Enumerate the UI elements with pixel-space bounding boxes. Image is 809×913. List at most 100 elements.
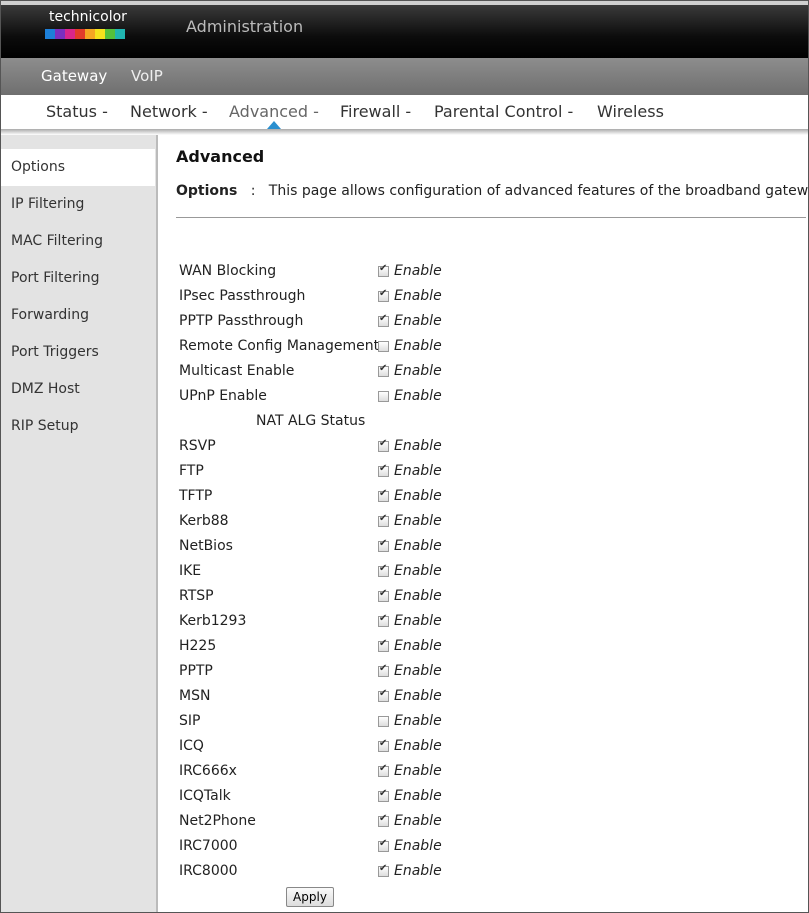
enable-label: Enable: [394, 313, 442, 329]
setting-label: PPTP Passthrough: [179, 313, 304, 329]
enable-label: Enable: [394, 638, 442, 654]
enable-checkbox[interactable]: [378, 513, 389, 527]
header-bar: technicolor Administration: [1, 1, 808, 58]
enable-label: Enable: [394, 288, 442, 304]
sidebar-item-port-triggers[interactable]: Port Triggers: [1, 334, 155, 371]
setting-label: FTP: [179, 463, 204, 479]
tab-wireless[interactable]: Wireless: [587, 95, 674, 129]
setting-row-icqtalk: ICQTalk Enable: [179, 788, 479, 808]
page-description: Options : This page allows configuration…: [176, 183, 809, 199]
description-label: Options: [176, 183, 238, 199]
enable-checkbox[interactable]: [378, 488, 389, 502]
setting-row-net2phone: Net2Phone Enable: [179, 813, 479, 833]
setting-label: IRC7000: [179, 838, 238, 854]
enable-checkbox[interactable]: [378, 716, 389, 727]
sidebar-item-ip-filtering[interactable]: IP Filtering: [1, 186, 155, 223]
enable-label: Enable: [394, 488, 442, 504]
enable-checkbox[interactable]: [378, 738, 389, 752]
tab-network[interactable]: Network -: [120, 95, 218, 129]
sidebar-item-options[interactable]: Options: [1, 149, 155, 186]
setting-label: MSN: [179, 688, 211, 704]
technicolor-logo[interactable]: technicolor: [45, 9, 135, 49]
setting-row-ike: IKE Enable: [179, 563, 479, 583]
nat-alg-title: NAT ALG Status: [256, 413, 366, 429]
enable-checkbox[interactable]: [378, 263, 389, 277]
tab-status[interactable]: Status -: [36, 95, 118, 129]
setting-label: Kerb1293: [179, 613, 247, 629]
setting-label: ICQTalk: [179, 788, 231, 804]
logo-color-bar: [45, 29, 125, 39]
divider: [176, 217, 806, 218]
enable-label: Enable: [394, 663, 442, 679]
setting-label: Remote Config Management: [179, 338, 380, 354]
enable-label: Enable: [394, 688, 442, 704]
setting-row-tftp: TFTP Enable: [179, 488, 479, 508]
enable-label: Enable: [394, 263, 442, 279]
setting-label: IRC666x: [179, 763, 237, 779]
enable-label: Enable: [394, 338, 442, 354]
setting-row-upnp-enable: UPnP Enable Enable: [179, 388, 479, 408]
setting-label: Net2Phone: [179, 813, 256, 829]
enable-checkbox[interactable]: [378, 663, 389, 677]
enable-checkbox[interactable]: [378, 538, 389, 552]
enable-label: Enable: [394, 463, 442, 479]
sidebar-item-dmz-host[interactable]: DMZ Host: [1, 371, 155, 408]
nav-voip[interactable]: VoIP: [131, 67, 163, 85]
enable-checkbox[interactable]: [378, 763, 389, 777]
enable-label: Enable: [394, 438, 442, 454]
enable-label: Enable: [394, 838, 442, 854]
setting-row-sip: SIP Enable: [179, 713, 479, 733]
enable-label: Enable: [394, 513, 442, 529]
enable-checkbox[interactable]: [378, 288, 389, 302]
setting-label: H225: [179, 638, 217, 654]
enable-checkbox[interactable]: [378, 391, 389, 402]
enable-checkbox[interactable]: [378, 838, 389, 852]
logo-text: technicolor: [49, 9, 127, 25]
active-tab-caret-icon: [267, 121, 281, 129]
enable-label: Enable: [394, 863, 442, 879]
enable-checkbox[interactable]: [378, 563, 389, 577]
nav-gateway[interactable]: Gateway: [41, 67, 107, 85]
apply-button[interactable]: Apply: [286, 887, 334, 907]
enable-checkbox[interactable]: [378, 688, 389, 702]
sidebar-item-forwarding[interactable]: Forwarding: [1, 297, 155, 334]
sidebar-item-port-filtering[interactable]: Port Filtering: [1, 260, 155, 297]
enable-checkbox[interactable]: [378, 613, 389, 627]
enable-label: Enable: [394, 613, 442, 629]
tab-parental-control[interactable]: Parental Control -: [424, 95, 583, 129]
primary-nav: Gateway VoIP: [1, 58, 808, 96]
enable-label: Enable: [394, 563, 442, 579]
description-text: This page allows configuration of advanc…: [268, 183, 809, 199]
enable-checkbox[interactable]: [378, 813, 389, 827]
setting-label: RSVP: [179, 438, 216, 454]
setting-row-irc8000: IRC8000 Enable: [179, 863, 479, 883]
enable-checkbox[interactable]: [378, 463, 389, 477]
page-heading: Administration: [186, 17, 304, 36]
setting-label: PPTP: [179, 663, 213, 679]
enable-checkbox[interactable]: [378, 313, 389, 327]
setting-label: Multicast Enable: [179, 363, 295, 379]
tab-firewall[interactable]: Firewall -: [330, 95, 421, 129]
setting-row-msn: MSN Enable: [179, 688, 479, 708]
setting-row-rtsp: RTSP Enable: [179, 588, 479, 608]
enable-checkbox[interactable]: [378, 588, 389, 602]
setting-row-rsvp: RSVP Enable: [179, 438, 479, 458]
enable-label: Enable: [394, 538, 442, 554]
enable-checkbox[interactable]: [378, 863, 389, 877]
description-separator: :: [250, 183, 256, 199]
sidebar-item-rip-setup[interactable]: RIP Setup: [1, 408, 155, 445]
enable-checkbox[interactable]: [378, 788, 389, 802]
enable-checkbox[interactable]: [378, 638, 389, 652]
setting-row-ipsec-passthrough: IPsec Passthrough Enable: [179, 288, 479, 308]
sidebar-item-mac-filtering[interactable]: MAC Filtering: [1, 223, 155, 260]
enable-label: Enable: [394, 813, 442, 829]
setting-row-ftp: FTP Enable: [179, 463, 479, 483]
enable-label: Enable: [394, 388, 442, 404]
enable-checkbox[interactable]: [378, 438, 389, 452]
setting-label: Kerb88: [179, 513, 229, 529]
setting-label: NetBios: [179, 538, 233, 554]
setting-label: UPnP Enable: [179, 388, 267, 404]
enable-checkbox[interactable]: [378, 341, 389, 352]
enable-checkbox[interactable]: [378, 363, 389, 377]
setting-label: RTSP: [179, 588, 214, 604]
